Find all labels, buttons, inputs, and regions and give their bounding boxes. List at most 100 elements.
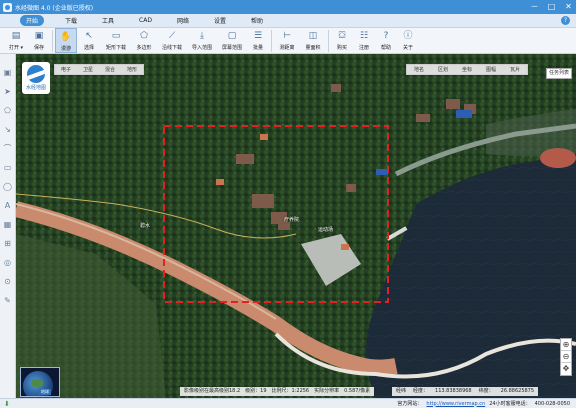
overlay-tiles[interactable]: 瓦片 [503,65,527,74]
menu-network[interactable]: 网络 [173,15,193,26]
about-icon: ⓘ [403,31,413,41]
map-view[interactable]: 水经地图 电子 卫星 混合 地形 地名 区划 坐标 图幅 瓦片 任务列表 疗养院… [16,54,576,398]
marker-icon[interactable]: ➤ [3,87,13,97]
help-button[interactable]: ? 帮助 [375,28,397,53]
table-icon[interactable]: ⊞ [3,239,13,249]
menu-download[interactable]: 下载 [61,15,81,26]
tool-label: 帮助 [380,45,391,51]
menu-help[interactable]: 帮助 [247,15,267,26]
zoom-out-icon[interactable]: ⊖ [561,351,571,363]
menu-start[interactable]: 开始 [20,15,45,26]
resolution-label: 实际分辨率 [314,388,340,394]
resolution-value: 0.587/像素 [344,388,371,394]
text-icon[interactable]: A [3,201,13,211]
menu-tools[interactable]: 工具 [98,15,118,26]
target-icon[interactable]: ◎ [3,258,13,268]
overlay-sheets[interactable]: 图幅 [479,65,503,74]
rectangle-icon[interactable]: ▭ [3,163,13,173]
pointer-icon: ↖ [85,31,93,41]
website-label: 官方网站： [397,401,423,407]
tool-label: 导入范围 [191,45,212,51]
open-button[interactable]: ▤ 打开 ▾ [4,28,28,53]
polyline-icon[interactable]: ↘ [3,125,13,135]
map-logo-label: 水经地图 [25,85,46,91]
coordinate-readout: 经纬 经度： 113.83838968 纬度： 26.88625875 [392,387,539,396]
map-type-switcher: 电子 卫星 混合 地形 [54,64,145,75]
close-button[interactable]: ✕ [563,2,574,12]
circle-icon[interactable]: ◯ [3,182,13,192]
help-icon: ? [383,31,389,41]
batch-icon: ☰ [253,31,263,41]
rect-download-icon: ▭ [111,31,121,41]
buy-button[interactable]: ⛋ 购买 [331,28,353,53]
map-type-hybrid[interactable]: 混合 [99,65,121,74]
menu-bar: 开始 下载 工具 CAD 网络 设置 帮助 ? [0,14,576,28]
menu-settings[interactable]: 设置 [210,15,230,26]
overlay-districts[interactable]: 区划 [431,65,455,74]
about-button[interactable]: ⓘ 关于 [397,28,419,53]
longitude-value: 113.83838968 [435,388,472,394]
tool-label: 购买 [336,45,347,51]
map-type-satellite[interactable]: 卫星 [77,65,99,74]
register-button[interactable]: ☷ 注册 [353,28,375,53]
polygon-draw-icon[interactable]: ⬠ [3,106,13,116]
pan-button[interactable]: ✋ 漫游 [55,28,77,53]
tool-label: 屏幕范围 [221,45,242,51]
zoom-in-icon[interactable]: ⊕ [561,339,571,351]
place-label: 运动场 [318,227,334,233]
pan-icon[interactable]: ✥ [561,363,571,375]
maximize-button[interactable]: □ [546,2,557,12]
screen-range-button[interactable]: ▢ 屏幕范围 [217,28,247,53]
curve-icon[interactable]: ⌒ [3,144,13,154]
layer-icon[interactable]: ▣ [3,68,13,78]
app-window: 水经微图 4.0 (企业版已授权) － □ ✕ 开始 下载 工具 CAD 网络 … [0,0,576,408]
line-download-button[interactable]: ⟋ 沿线下载 [157,28,187,53]
save-icon: ▣ [34,31,44,41]
overlay-placenames[interactable]: 地名 [407,65,431,74]
coord-mode: 经纬 [396,388,407,394]
tool-label: 注册 [358,45,369,51]
tool-label: 打开 ▾ [8,45,24,51]
edit-icon[interactable]: ✎ [3,296,13,306]
tool-label: 关于 [402,45,413,51]
imagery-level: 影像级别在最高级别18.2 [184,388,241,394]
app-logo-icon [3,2,12,12]
latitude-label: 纬度： [478,388,494,394]
folder-icon: ▤ [11,31,21,41]
tool-label: 沿线下载 [161,45,182,51]
hotline-label: 24小时客服电话： [489,401,531,407]
map-type-terrain[interactable]: 地形 [121,65,143,74]
toolbar-separator [271,30,272,52]
scale-info: 影像级别在最高级别18.2 级别：19 比例尺：1:2256 实际分辨率 0.5… [180,387,375,396]
grid-icon[interactable]: ▦ [3,220,13,230]
status-bar: ⬇ 官方网站： http://www.rivermap.cn 24小时客服电话：… [0,398,576,408]
download-status-icon[interactable]: ⬇ [4,400,12,408]
polygon-button[interactable]: ⬠ 多边形 [131,28,157,53]
minimize-button[interactable]: － [529,2,540,12]
location-icon[interactable]: ⊙ [3,277,13,287]
batch-button[interactable]: ☰ 批量 [247,28,269,53]
globe-minimap[interactable]: 地球 [20,367,60,397]
cart-icon: ⛋ [338,31,346,41]
tool-label: 矩形下载 [105,45,126,51]
help-circle-icon[interactable]: ? [561,16,570,25]
save-button[interactable]: ▣ 保存 [28,28,50,53]
line-download-icon: ⟋ [168,31,176,41]
import-range-button[interactable]: ⤓ 导入范围 [187,28,217,53]
website-link[interactable]: http://www.rivermap.cn [426,401,485,407]
task-list-button[interactable]: 任务列表 [546,68,572,79]
measure-area-button[interactable]: ◫ 量面积 [300,28,326,53]
select-button[interactable]: ↖ 选择 [77,28,101,53]
map-type-electronic[interactable]: 电子 [55,65,77,74]
screen-range-icon: ▢ [227,31,237,41]
tool-label: 多边形 [136,45,152,51]
menu-cad[interactable]: CAD [135,16,156,25]
measure-distance-button[interactable]: ⊢ 测距离 [274,28,300,53]
longitude-label: 经度： [413,388,429,394]
rect-download-button[interactable]: ▭ 矩形下载 [101,28,131,53]
tool-label: 选择 [83,45,94,51]
tool-label: 保存 [33,45,44,51]
overlay-coordinates[interactable]: 坐标 [455,65,479,74]
tool-label: 漫游 [60,46,71,52]
place-label: 碧水 [140,223,151,229]
